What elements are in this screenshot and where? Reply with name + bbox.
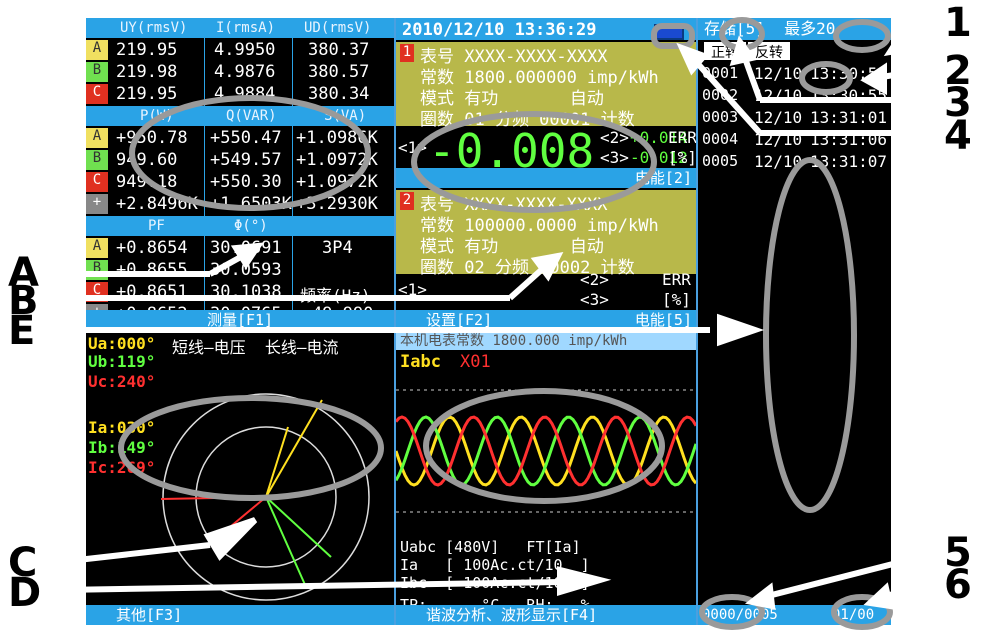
callout-6: 6 — [944, 562, 972, 608]
callout-d: D — [8, 570, 42, 616]
callout-1: 1 — [944, 0, 972, 46]
callout-4: 4 — [944, 113, 972, 159]
callout-e: E — [8, 308, 36, 354]
annotation-overlay — [59, 17, 942, 630]
